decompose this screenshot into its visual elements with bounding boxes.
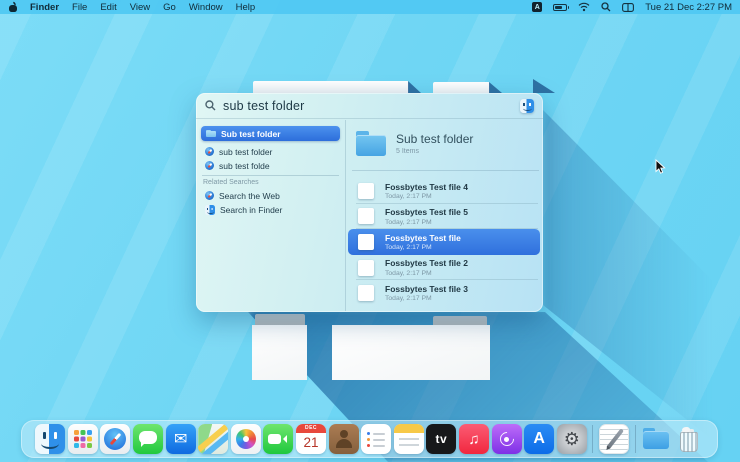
dock-photos-icon[interactable]	[231, 424, 261, 454]
related-search-web[interactable]: Search the Web	[201, 189, 340, 202]
dock-textedit-icon[interactable]	[599, 424, 629, 454]
dock-reminders-icon[interactable]	[361, 424, 391, 454]
background-window[interactable]	[252, 325, 307, 380]
related-label: Search the Web	[219, 191, 280, 201]
control-center-icon[interactable]	[622, 3, 634, 12]
preview-item-count: 5 Items	[396, 148, 419, 155]
spotlight-search-icon[interactable]	[601, 2, 611, 12]
background-window-top[interactable]	[433, 82, 490, 93]
file-row[interactable]: Fossbytes Test file 5 Today, 2:17 PM	[348, 204, 540, 230]
related-label: Search in Finder	[220, 205, 282, 215]
menu-item-finder[interactable]: Finder	[30, 2, 59, 13]
menu-bar: Finder File Edit View Go Window Help A T…	[0, 0, 740, 14]
file-name: Fossbytes Test file 5	[385, 207, 468, 217]
dock-finder-icon[interactable]	[35, 424, 65, 454]
desktop: Finder File Edit View Go Window Help A T…	[0, 0, 740, 462]
dock-divider	[592, 425, 593, 453]
dock-appletv-icon[interactable]: tv	[426, 424, 456, 454]
result-top-hit[interactable]: Sub test folder	[201, 126, 340, 141]
file-name: Fossbytes Test file 2	[385, 258, 468, 268]
file-list: Fossbytes Test file 4Today, 2:17 PM Foss…	[348, 178, 540, 306]
background-window-top[interactable]	[253, 81, 409, 93]
preview-title: Sub test folder	[396, 132, 473, 146]
dock: ✉ DEC 21 tv ♫ A ⚙	[21, 420, 718, 458]
safari-icon	[205, 191, 214, 200]
apple-menu-icon[interactable]	[9, 3, 17, 12]
background-window-titlebar[interactable]	[255, 314, 305, 325]
finder-icon	[205, 205, 215, 215]
search-icon	[205, 100, 216, 111]
dock-launchpad-icon[interactable]	[68, 424, 98, 454]
result-web-suggestion[interactable]: sub test folder	[201, 145, 340, 158]
menu-item-window[interactable]: Window	[189, 2, 223, 13]
dock-music-icon[interactable]: ♫	[459, 424, 489, 454]
document-icon	[358, 260, 374, 276]
menu-item-help[interactable]: Help	[236, 2, 256, 13]
background-window-titlebar[interactable]	[433, 316, 487, 325]
file-name: Fossbytes Test file 3	[385, 284, 468, 294]
document-icon	[358, 234, 374, 250]
dock-messages-icon[interactable]	[133, 424, 163, 454]
document-icon	[358, 183, 374, 199]
search-query-text[interactable]: sub test folder	[223, 99, 534, 113]
safari-globe-icon	[205, 147, 214, 156]
spotlight-window: sub test folder Sub test folder sub test…	[196, 93, 543, 312]
related-search-finder[interactable]: Search in Finder	[201, 203, 340, 216]
file-date: Today, 2:17 PM	[385, 244, 461, 251]
file-row-selected[interactable]: Fossbytes Test fileToday, 2:17 PM	[348, 229, 540, 255]
document-icon	[358, 208, 374, 224]
suggestion-label: sub test folde	[219, 161, 270, 171]
related-searches-header: Related Searches	[203, 179, 259, 186]
file-date: Today, 2:17 PM	[385, 270, 468, 277]
battery-icon[interactable]	[553, 4, 567, 11]
file-name: Fossbytes Test file	[385, 233, 461, 243]
sidebar-divider	[202, 175, 339, 176]
menu-item-view[interactable]: View	[130, 2, 150, 13]
mouse-cursor	[655, 159, 666, 180]
file-row[interactable]: Fossbytes Test file 3Today, 2:17 PM	[348, 280, 540, 306]
safari-globe-icon	[205, 161, 214, 170]
dock-maps-icon[interactable]	[198, 424, 228, 454]
dock-contacts-icon[interactable]	[329, 424, 359, 454]
dock-safari-icon[interactable]	[100, 424, 130, 454]
dock-trash-icon[interactable]	[674, 424, 704, 454]
dock-notes-icon[interactable]	[394, 424, 424, 454]
dock-appstore-icon[interactable]: A	[524, 424, 554, 454]
spotlight-preview-pane: Sub test folder 5 Items Fossbytes Test f…	[346, 120, 543, 312]
top-hit-label: Sub test folder	[221, 129, 281, 139]
file-row[interactable]: Fossbytes Test file 4Today, 2:17 PM	[348, 178, 540, 204]
menu-clock[interactable]: Tue 21 Dec 2:27 PM	[645, 2, 732, 13]
dock-system-preferences-icon[interactable]: ⚙	[557, 424, 587, 454]
file-date: Today, 2:17 PM	[385, 219, 468, 226]
suggestion-label: sub test folder	[219, 147, 272, 157]
wifi-icon[interactable]	[578, 2, 590, 12]
input-source-icon[interactable]: A	[532, 2, 542, 12]
document-icon	[358, 285, 374, 301]
folder-preview-icon	[356, 131, 386, 156]
dock-downloads-folder-icon[interactable]	[641, 424, 671, 454]
file-row[interactable]: Fossbytes Test file 2 Today, 2:17 PM	[348, 255, 540, 281]
dock-calendar-icon[interactable]: DEC 21	[296, 424, 326, 454]
menu-item-edit[interactable]: Edit	[100, 2, 116, 13]
menu-item-go[interactable]: Go	[163, 2, 176, 13]
file-date: Today, 2:17 PM	[385, 193, 468, 200]
dock-facetime-icon[interactable]	[263, 424, 293, 454]
spotlight-search-bar[interactable]: sub test folder	[196, 93, 543, 119]
folder-icon	[206, 130, 216, 138]
menu-item-file[interactable]: File	[72, 2, 87, 13]
background-window[interactable]	[332, 325, 490, 380]
spotlight-results-sidebar: Sub test folder sub test folder sub test…	[196, 120, 345, 312]
file-name: Fossbytes Test file 4	[385, 182, 468, 192]
result-web-suggestion[interactable]: sub test folde	[201, 159, 340, 172]
dock-divider	[635, 425, 636, 453]
finder-app-icon	[520, 99, 534, 113]
dock-podcasts-icon[interactable]	[492, 424, 522, 454]
preview-divider	[352, 170, 539, 171]
dock-mail-icon[interactable]: ✉	[166, 424, 196, 454]
file-date: Today, 2:17 PM	[385, 295, 468, 302]
